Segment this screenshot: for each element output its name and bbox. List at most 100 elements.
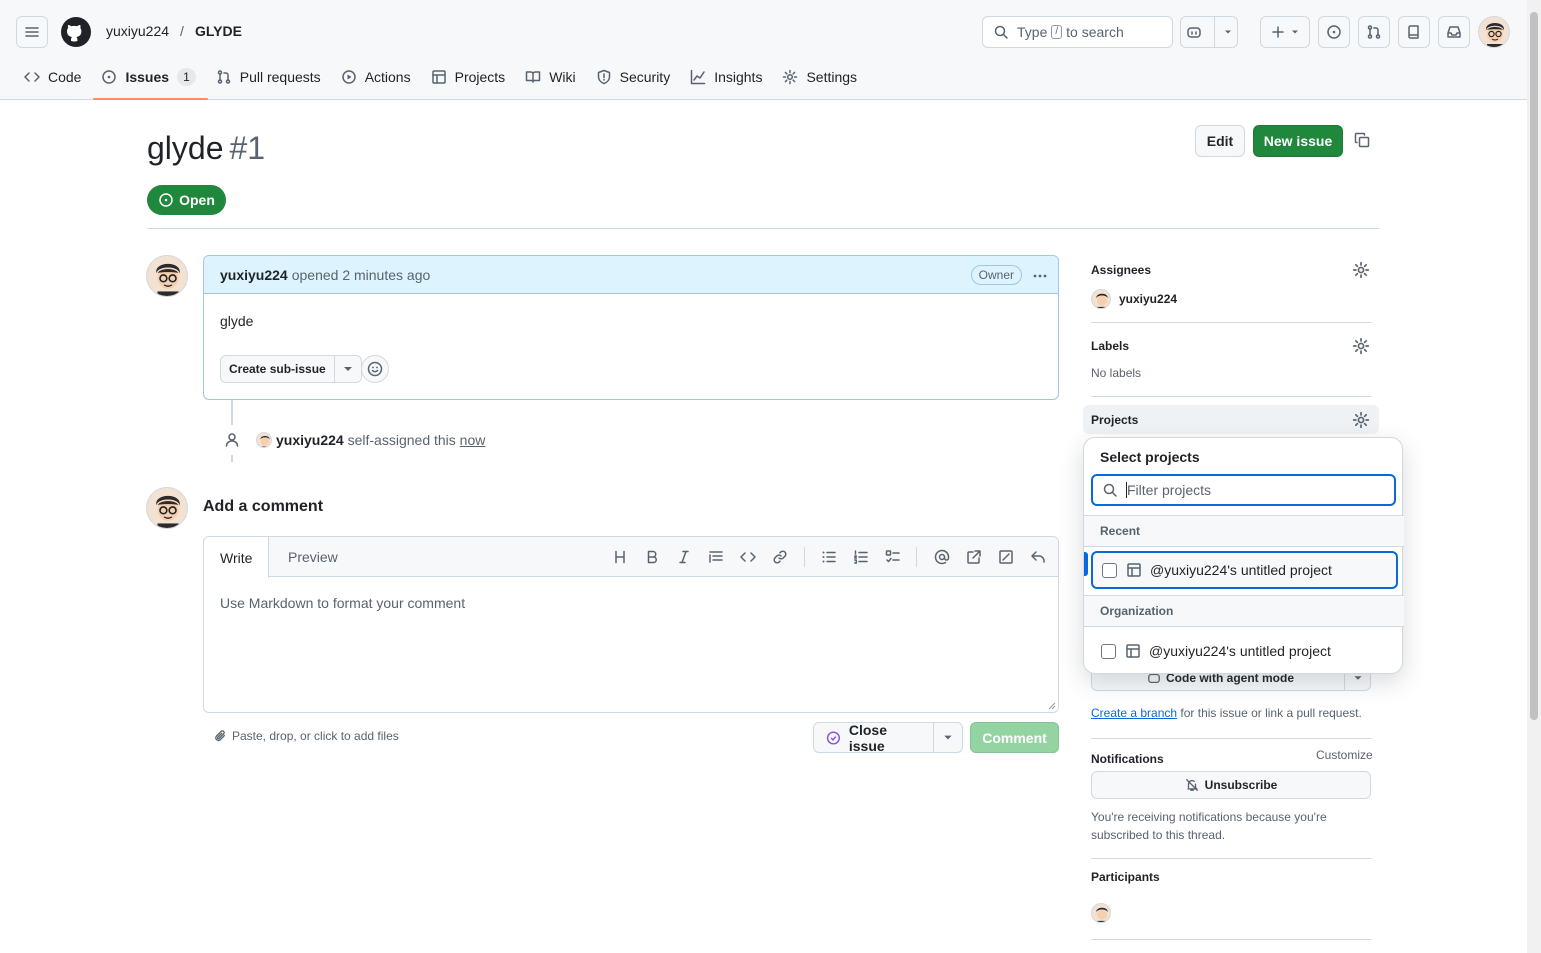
- close-issue-button[interactable]: Close issue: [813, 722, 963, 754]
- labels-heading[interactable]: Labels: [1091, 339, 1129, 353]
- page-scrollbar[interactable]: [1527, 0, 1541, 953]
- chevron-down-icon[interactable]: [934, 723, 962, 752]
- comment-body: glyde: [220, 313, 254, 329]
- event-user[interactable]: yuxiyu224: [276, 432, 344, 448]
- comment-editor: Write Preview Use Markdown to format you…: [203, 536, 1059, 713]
- chevron-down-icon: [1292, 30, 1298, 34]
- search-input[interactable]: Type / to search: [982, 16, 1173, 48]
- tab-code[interactable]: Code: [16, 60, 93, 94]
- unordered-list-button[interactable]: [819, 547, 839, 567]
- add-reaction-button[interactable]: [361, 355, 389, 383]
- bold-button[interactable]: [642, 547, 662, 567]
- saved-reply-button[interactable]: [996, 547, 1016, 567]
- tab-projects[interactable]: Projects: [423, 60, 518, 94]
- toolbar-divider: [916, 547, 917, 567]
- tab-security-label: Security: [619, 69, 671, 85]
- assignees-heading[interactable]: Assignees: [1091, 263, 1151, 277]
- assignee-avatar[interactable]: [1091, 289, 1111, 309]
- author-avatar[interactable]: [146, 255, 188, 297]
- github-logo-icon[interactable]: [60, 16, 92, 48]
- tab-actions-label: Actions: [364, 69, 411, 85]
- comment-header: yuxiyu224 opened 2 minutes ago Owner: [204, 256, 1058, 294]
- participant-avatar[interactable]: [1091, 903, 1111, 923]
- projects-heading[interactable]: Projects: [1091, 413, 1138, 427]
- sidebar-divider: [1091, 858, 1371, 859]
- user-avatar[interactable]: [1478, 16, 1510, 48]
- project-checkbox[interactable]: [1102, 562, 1117, 578]
- new-issue-button[interactable]: New issue: [1253, 125, 1343, 157]
- tab-insights[interactable]: Insights: [682, 60, 774, 94]
- pull-requests-button[interactable]: [1358, 16, 1390, 48]
- event-time[interactable]: now: [460, 432, 486, 448]
- plus-icon: [1272, 26, 1284, 38]
- scrollbar-thumb[interactable]: [1530, 12, 1538, 720]
- quote-icon: [709, 551, 723, 563]
- ordered-list-button[interactable]: [851, 547, 871, 567]
- gear-icon[interactable]: [1352, 411, 1370, 429]
- tab-wiki-label: Wiki: [549, 69, 576, 85]
- resize-handle-icon[interactable]: [1048, 702, 1056, 710]
- link-button[interactable]: [770, 547, 790, 567]
- task-list-button[interactable]: [883, 547, 903, 567]
- project-checkbox[interactable]: [1101, 643, 1116, 659]
- italic-button[interactable]: [674, 547, 694, 567]
- gear-icon[interactable]: [1352, 261, 1370, 279]
- code-icon: [24, 72, 40, 82]
- tab-settings[interactable]: Settings: [774, 60, 869, 94]
- unsubscribe-label: Unsubscribe: [1204, 778, 1278, 792]
- create-sub-issue-button[interactable]: Create sub-issue: [220, 355, 362, 383]
- attach-files[interactable]: Paste, drop, or click to add files: [213, 729, 399, 743]
- tab-write[interactable]: Write: [204, 537, 270, 578]
- gear-icon[interactable]: [1352, 337, 1370, 355]
- comment-timestamp[interactable]: opened 2 minutes ago: [292, 267, 431, 283]
- reference-button[interactable]: [964, 547, 984, 567]
- person-icon: [225, 433, 239, 447]
- edit-title-button[interactable]: Edit: [1195, 125, 1245, 157]
- tab-wiki[interactable]: Wiki: [517, 60, 587, 94]
- event-avatar[interactable]: [256, 432, 272, 448]
- smiley-icon: [367, 361, 383, 377]
- comment-textarea[interactable]: Use Markdown to format your comment: [220, 595, 465, 611]
- menu-button[interactable]: [16, 16, 48, 48]
- tab-issues[interactable]: Issues 1: [93, 60, 209, 100]
- breadcrumb-owner[interactable]: yuxiyu224: [106, 23, 169, 39]
- quote-button[interactable]: [706, 547, 726, 567]
- sidebar-divider: [1091, 738, 1371, 739]
- repositories-button[interactable]: [1398, 16, 1430, 48]
- sidebar-divider: [1091, 939, 1371, 940]
- undo-button[interactable]: [1028, 547, 1048, 567]
- issues-button[interactable]: [1318, 16, 1350, 48]
- tab-security[interactable]: Security: [588, 60, 683, 94]
- create-sub-issue-label: Create sub-issue: [229, 362, 326, 376]
- comment-submit-button[interactable]: Comment: [970, 722, 1059, 753]
- heading-button[interactable]: [610, 547, 630, 567]
- create-branch-link[interactable]: Create a branch: [1091, 706, 1177, 720]
- table-icon: [431, 70, 446, 84]
- create-new-button[interactable]: [1260, 16, 1310, 48]
- unsubscribe-button[interactable]: Unsubscribe: [1091, 771, 1371, 799]
- tab-actions[interactable]: Actions: [333, 60, 423, 94]
- tab-pull-requests[interactable]: Pull requests: [208, 60, 333, 94]
- inbox-button[interactable]: [1438, 16, 1470, 48]
- mention-button[interactable]: [932, 547, 952, 567]
- tab-preview[interactable]: Preview: [272, 537, 354, 577]
- timeline-event: yuxiyu224 self-assigned this now: [276, 432, 485, 448]
- sidebar-divider: [1091, 396, 1371, 397]
- branch-suffix: for this issue or link a pull request.: [1180, 706, 1362, 720]
- search-icon: [1103, 483, 1117, 497]
- recent-project-item[interactable]: @yuxiyu224's untitled project: [1091, 551, 1398, 589]
- comment-author[interactable]: yuxiyu224: [220, 267, 288, 283]
- customize-link[interactable]: Customize: [1316, 748, 1373, 762]
- org-project-item[interactable]: @yuxiyu224's untitled project: [1091, 633, 1398, 669]
- issue-opened-icon: [159, 193, 173, 207]
- copy-icon[interactable]: [1354, 132, 1370, 148]
- breadcrumb-repo[interactable]: GLYDE: [195, 23, 242, 39]
- assignee-name[interactable]: yuxiyu224: [1119, 292, 1177, 306]
- code-button[interactable]: [738, 547, 758, 567]
- copilot-button[interactable]: [1180, 16, 1238, 48]
- select-projects-popover: Select projects Filter projects Recent @…: [1083, 437, 1404, 674]
- kebab-horizontal-icon[interactable]: [1032, 268, 1048, 284]
- filter-projects-input[interactable]: Filter projects: [1091, 474, 1396, 506]
- tab-pull-requests-label: Pull requests: [239, 69, 321, 85]
- chevron-down-icon[interactable]: [335, 356, 361, 382]
